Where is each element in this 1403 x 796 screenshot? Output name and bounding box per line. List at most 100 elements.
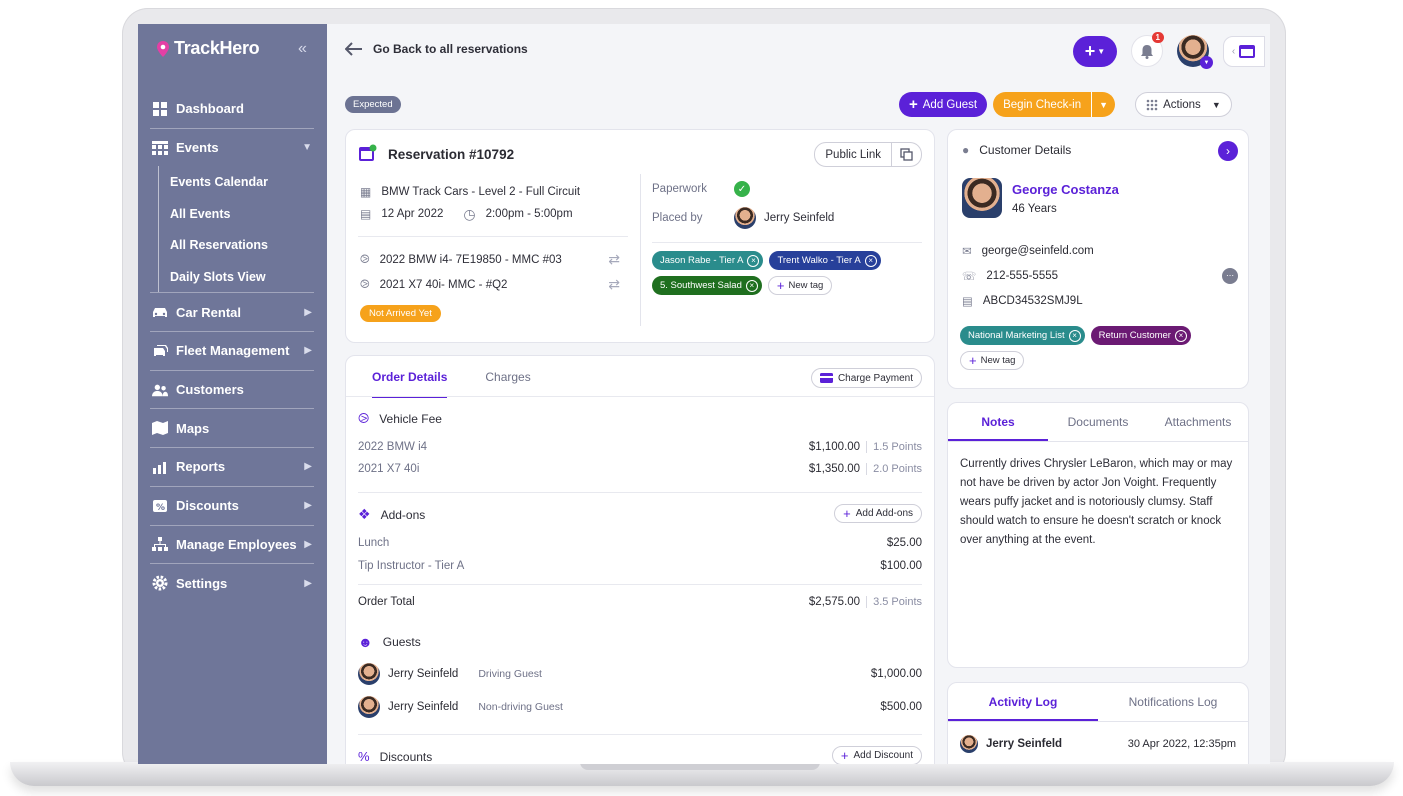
tab-documents[interactable]: Documents [1048, 403, 1148, 441]
chat-bubble-icon[interactable]: ⋯ [1222, 267, 1238, 284]
fee-points: 2.0 Points [866, 463, 922, 475]
arrival-status-badge: Not Arrived Yet [360, 305, 441, 322]
steering-wheel-icon: ⧁ [360, 252, 370, 266]
new-tag-button[interactable]: + New tag [960, 351, 1025, 370]
fee-row: 2021 X7 40i $1,350.00 2.0 Points [358, 463, 922, 475]
tab-activity-log[interactable]: Activity Log [948, 683, 1098, 721]
calendar-grid-icon [152, 140, 168, 156]
users-icon: ☻ [358, 634, 373, 650]
swap-icon[interactable]: ⇄ [608, 251, 620, 268]
calendar-panel-button[interactable]: ‹ [1223, 35, 1265, 67]
submenu-events-calendar[interactable]: Events Calendar [170, 166, 314, 198]
placed-by-name: Jerry Seinfeld [764, 212, 835, 224]
guest-row: Jerry Seinfeld Non-driving Guest $500.00 [358, 696, 922, 718]
sidebar-item-car-rental[interactable]: Car Rental ▶ [150, 293, 314, 331]
begin-checkin-dropdown[interactable]: ▼ [1091, 92, 1116, 117]
add-addons-button[interactable]: + Add Add-ons [834, 504, 922, 523]
sidebar-item-fleet-management[interactable]: Fleet Management ▶ [150, 332, 314, 370]
divider [358, 734, 922, 735]
chevron-down-icon: ▼ [1099, 99, 1109, 110]
tag[interactable]: Trent Walko - Tier A × [769, 251, 881, 270]
submenu-all-reservations[interactable]: All Reservations [170, 229, 314, 261]
sidebar-item-events[interactable]: Events ▼ [150, 129, 314, 167]
building-icon: ▦ [360, 185, 372, 199]
new-tag-button[interactable]: + New tag [767, 276, 833, 295]
addon-row: Tip Instructor - Tier A $100.00 [358, 560, 922, 572]
plus-icon: + [1084, 40, 1096, 61]
add-guest-button[interactable]: + Add Guest [899, 92, 988, 117]
public-link-button[interactable]: Public Link [814, 142, 892, 167]
tab-notifications-log[interactable]: Notifications Log [1098, 683, 1248, 721]
sidebar-item-label: Events [176, 140, 219, 156]
notes-card: Notes Documents Attachments Currently dr… [947, 402, 1249, 668]
begin-checkin-button[interactable]: Begin Check-in [993, 92, 1092, 117]
back-link[interactable]: Go Back to all reservations [345, 42, 528, 56]
vehicle-row: ⧁ 2022 BMW i4- 7E19850 - MMC #03 ⇄ [360, 247, 620, 272]
add-discount-button[interactable]: + Add Discount [831, 746, 922, 764]
sidebar-item-label: Manage Employees [176, 536, 297, 552]
tag[interactable]: Return Customer × [1090, 326, 1191, 345]
discounts-section-title: % Discounts [358, 749, 432, 764]
activity-user: Jerry Seinfeld [986, 738, 1063, 750]
actions-menu-button[interactable]: Actions ▼ [1135, 92, 1232, 117]
sidebar-item-label: Reports [176, 459, 226, 475]
chevron-left-icon: ‹ [1231, 45, 1236, 57]
sidebar-item-label: Discounts [176, 498, 239, 514]
chevron-right-circle-icon[interactable]: › [1218, 141, 1238, 161]
user-menu[interactable]: ▼ [1177, 35, 1213, 69]
submenu-daily-slots-view[interactable]: Daily Slots View [170, 261, 314, 293]
charge-payment-button[interactable]: Charge Payment [810, 368, 922, 388]
fee-price: $1,350.00 [808, 463, 861, 475]
bell-icon [1141, 44, 1153, 59]
calendar-check-icon [359, 144, 377, 161]
tag-label: Trent Walko - Tier A [777, 255, 861, 266]
remove-tag-icon[interactable]: × [747, 254, 760, 267]
avatar [960, 735, 978, 753]
grid-dots-icon [1146, 99, 1158, 110]
remove-tag-icon[interactable]: × [864, 254, 877, 267]
sidebar-item-label: Settings [176, 575, 228, 591]
tag[interactable]: 5. Southwest Salad × [652, 276, 762, 295]
sidebar-item-maps[interactable]: Maps [150, 409, 314, 447]
order-details-card: Order Details Charges Charge Payment ⧁ V… [345, 355, 935, 764]
tag[interactable]: National Marketing List × [960, 326, 1085, 345]
app-logo[interactable]: TrackHero [156, 38, 260, 59]
quick-add-button[interactable]: + ▼ [1073, 35, 1117, 67]
remove-tag-icon[interactable]: × [1174, 329, 1187, 342]
sidebar-item-manage-employees[interactable]: Manage Employees ▶ [150, 526, 314, 564]
plus-icon: + [776, 278, 785, 293]
sidebar-item-discounts[interactable]: % Discounts ▶ [150, 487, 314, 525]
plus-icon: + [969, 353, 977, 368]
copy-link-button[interactable] [892, 142, 922, 167]
submenu-all-events[interactable]: All Events [170, 198, 314, 230]
tab-charges[interactable]: Charges [485, 370, 530, 398]
guest-name: Jerry Seinfeld [388, 701, 459, 713]
sidebar-item-settings[interactable]: Settings ▶ [150, 564, 314, 602]
tab-order-details[interactable]: Order Details [372, 370, 448, 398]
tag[interactable]: Jason Rabe - Tier A × [652, 251, 764, 270]
remove-tag-icon[interactable]: × [745, 279, 758, 292]
svg-text:%: % [156, 503, 165, 513]
collapse-sidebar-icon[interactable]: « [298, 40, 307, 58]
tab-attachments[interactable]: Attachments [1148, 403, 1248, 441]
discount-icon: % [358, 749, 370, 764]
guests-section-title: ☻ Guests [358, 634, 421, 650]
vehicle-name: 2022 BMW i4- 7E19850 - MMC #03 [379, 253, 562, 266]
card-payment-icon [819, 373, 833, 383]
tag-label: Jason Rabe - Tier A [660, 255, 744, 266]
sidebar-item-customers[interactable]: Customers [150, 371, 314, 409]
sidebar-item-dashboard[interactable]: Dashboard [150, 90, 314, 128]
customer-name[interactable]: George Costanza [1012, 182, 1119, 197]
sidebar-item-reports[interactable]: Reports ▶ [150, 448, 314, 486]
fee-name: 2022 BMW i4 [358, 441, 428, 453]
tab-notes[interactable]: Notes [948, 403, 1048, 441]
fee-points: 1.5 Points [866, 441, 922, 453]
chevron-right-icon: ▶ [304, 538, 312, 550]
reservation-tags: Jason Rabe - Tier A × Trent Walko - Tier … [652, 251, 922, 295]
placed-by-label: Placed by [652, 212, 703, 224]
remove-tag-icon[interactable]: × [1068, 329, 1081, 342]
reservation-date: 12 Apr 2022 [381, 208, 444, 220]
notifications-button[interactable]: 1 [1131, 32, 1164, 67]
check-circle-icon: ✓ [734, 181, 750, 197]
swap-icon[interactable]: ⇄ [608, 276, 620, 293]
